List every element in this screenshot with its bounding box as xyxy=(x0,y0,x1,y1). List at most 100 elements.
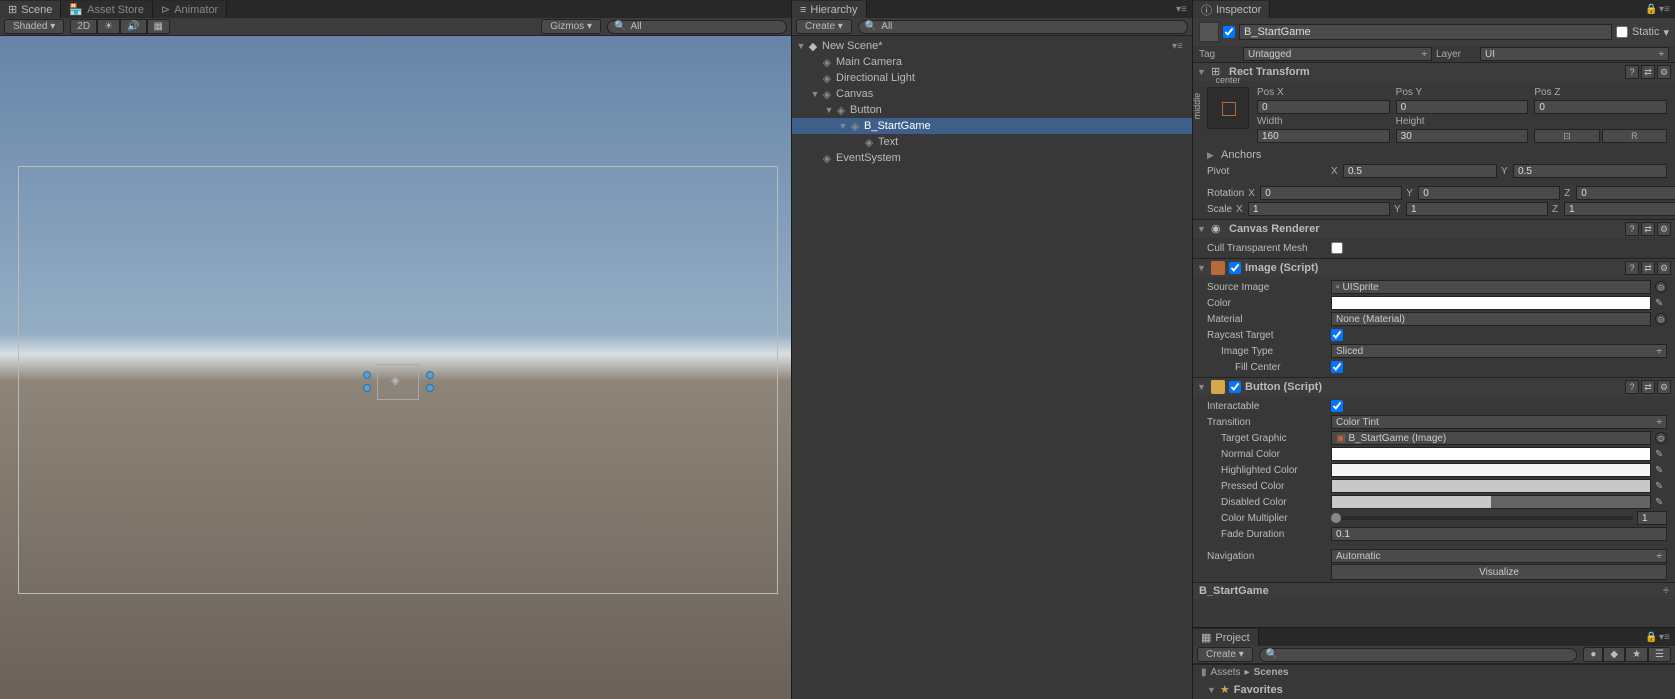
material-section-footer[interactable]: B_StartGame ÷ xyxy=(1193,582,1675,599)
gear-icon[interactable]: ⚙ xyxy=(1657,380,1671,394)
expand-arrow-icon[interactable]: ▼ xyxy=(810,89,820,99)
blueprint-mode-button[interactable]: ⊡ xyxy=(1534,129,1599,143)
eyedropper-icon[interactable]: ✎ xyxy=(1655,449,1667,460)
raycast-target-checkbox[interactable] xyxy=(1331,329,1343,341)
navigation-dropdown[interactable]: Automatic÷ xyxy=(1331,549,1667,563)
tab-scene[interactable]: ⊞ Scene xyxy=(0,1,61,18)
tab-project[interactable]: ▦ Project xyxy=(1193,629,1259,646)
scene-viewport[interactable]: ◈ xyxy=(0,36,791,699)
tree-item[interactable]: ▼◈Button xyxy=(792,102,1192,118)
preset-icon[interactable]: ⇄ xyxy=(1641,222,1655,236)
width-field[interactable] xyxy=(1257,129,1390,143)
color-multiplier-slider[interactable] xyxy=(1331,516,1633,520)
object-picker-icon[interactable]: ⊙ xyxy=(1655,313,1667,325)
2d-toggle[interactable]: 2D xyxy=(70,19,97,34)
project-favorites-item[interactable]: ▼ ★ Favorites xyxy=(1197,682,1293,697)
tree-item[interactable]: ◈EventSystem xyxy=(792,150,1192,166)
help-icon[interactable]: ? xyxy=(1625,65,1639,79)
rotation-y-field[interactable] xyxy=(1418,186,1560,200)
lock-icon[interactable]: 🔒 xyxy=(1645,4,1657,15)
rotation-x-field[interactable] xyxy=(1260,186,1402,200)
posx-field[interactable] xyxy=(1257,100,1390,114)
object-picker-icon[interactable]: ⊙ xyxy=(1655,432,1667,444)
handle-tl[interactable] xyxy=(363,371,371,379)
button-enabled-checkbox[interactable] xyxy=(1229,381,1241,393)
pivot-y-field[interactable] xyxy=(1513,164,1667,178)
hierarchy-search[interactable]: 🔍 All xyxy=(858,20,1188,34)
filter-save-icon[interactable]: ☰ xyxy=(1648,647,1671,662)
lighting-toggle[interactable]: ☀ xyxy=(97,19,120,34)
transition-dropdown[interactable]: Color Tint÷ xyxy=(1331,415,1667,429)
static-dropdown-arrow[interactable]: ▾ xyxy=(1663,26,1669,39)
scene-menu[interactable]: ▾≡ xyxy=(1172,40,1188,52)
collapse-arrow-icon[interactable]: ▼ xyxy=(1197,382,1207,392)
gizmos-dropdown[interactable]: Gizmos ▾ xyxy=(541,19,601,34)
help-icon[interactable]: ? xyxy=(1625,380,1639,394)
tab-inspector[interactable]: ⓘ Inspector xyxy=(1193,1,1270,18)
tree-item[interactable]: ▼◈B_StartGame xyxy=(792,118,1192,134)
help-icon[interactable]: ? xyxy=(1625,261,1639,275)
fx-toggle[interactable]: ▦ xyxy=(147,19,170,34)
tab-animator[interactable]: ⊳ Animator xyxy=(153,1,227,18)
panel-menu-icon[interactable]: ▾≡ xyxy=(1659,631,1671,643)
panel-menu-icon[interactable]: ▾≡ xyxy=(1176,3,1188,15)
gear-icon[interactable]: ⚙ xyxy=(1657,222,1671,236)
audio-toggle[interactable]: 🔊 xyxy=(120,19,146,34)
normal-color-swatch[interactable] xyxy=(1331,447,1651,461)
anchor-preset-button[interactable] xyxy=(1207,87,1249,129)
anchors-row[interactable]: ▶ Anchors xyxy=(1193,147,1675,163)
tag-dropdown[interactable]: Untagged÷ xyxy=(1243,47,1432,61)
object-picker-icon[interactable]: ⊙ xyxy=(1655,281,1667,293)
preset-icon[interactable]: ⇄ xyxy=(1641,65,1655,79)
eyedropper-icon[interactable]: ✎ xyxy=(1655,481,1667,492)
collapse-arrow-icon[interactable]: ▼ xyxy=(1197,263,1207,273)
image-type-dropdown[interactable]: Sliced÷ xyxy=(1331,344,1667,358)
gameobject-name-field[interactable] xyxy=(1239,24,1612,40)
posz-field[interactable] xyxy=(1534,100,1667,114)
color-multiplier-field[interactable] xyxy=(1637,511,1667,525)
scale-y-field[interactable] xyxy=(1406,202,1548,216)
cull-transparent-checkbox[interactable] xyxy=(1331,242,1343,254)
layer-dropdown[interactable]: UI÷ xyxy=(1480,47,1669,61)
posy-field[interactable] xyxy=(1396,100,1529,114)
static-checkbox[interactable] xyxy=(1616,26,1628,38)
material-field[interactable]: None (Material) xyxy=(1331,312,1651,326)
gear-icon[interactable]: ⚙ xyxy=(1657,261,1671,275)
scene-search[interactable]: 🔍 All xyxy=(607,20,787,34)
breadcrumb-scenes[interactable]: Scenes xyxy=(1254,667,1289,678)
gameobject-active-checkbox[interactable] xyxy=(1223,26,1235,38)
hierarchy-create-dropdown[interactable]: Create ▾ xyxy=(796,19,852,34)
handle-br[interactable] xyxy=(426,384,434,392)
filter-label-icon[interactable]: ★ xyxy=(1625,647,1648,662)
target-graphic-field[interactable]: ▣B_StartGame (Image) xyxy=(1331,431,1651,445)
raw-edit-button[interactable]: R xyxy=(1602,129,1667,143)
breadcrumb-assets[interactable]: Assets xyxy=(1211,667,1241,678)
panel-menu-icon[interactable]: ▾≡ xyxy=(1659,3,1671,15)
pivot-x-field[interactable] xyxy=(1343,164,1497,178)
help-icon[interactable]: ? xyxy=(1625,222,1639,236)
rotation-z-field[interactable] xyxy=(1576,186,1675,200)
scale-z-field[interactable] xyxy=(1564,202,1675,216)
handle-tr[interactable] xyxy=(426,371,434,379)
filter-type-icon[interactable]: ◆ xyxy=(1603,647,1625,662)
pressed-color-swatch[interactable] xyxy=(1331,479,1651,493)
tab-asset-store[interactable]: 🏪 Asset Store xyxy=(61,1,153,18)
image-color-swatch[interactable] xyxy=(1331,296,1651,310)
eyedropper-icon[interactable]: ✎ xyxy=(1655,298,1667,309)
expand-arrow-icon[interactable]: ▼ xyxy=(796,41,806,51)
disabled-color-swatch[interactable] xyxy=(1331,495,1651,509)
tree-item[interactable]: ◈Main Camera xyxy=(792,54,1192,70)
eyedropper-icon[interactable]: ✎ xyxy=(1655,465,1667,476)
tree-item[interactable]: ◈Text xyxy=(792,134,1192,150)
expand-arrow-icon[interactable]: ▼ xyxy=(824,105,834,115)
highlighted-color-swatch[interactable] xyxy=(1331,463,1651,477)
interactable-checkbox[interactable] xyxy=(1331,400,1343,412)
tree-item[interactable]: ▼◈Canvas xyxy=(792,86,1192,102)
project-create-dropdown[interactable]: Create ▾ xyxy=(1197,647,1253,662)
eyedropper-icon[interactable]: ✎ xyxy=(1655,497,1667,508)
project-search[interactable]: 🔍 xyxy=(1259,648,1577,662)
fill-center-checkbox[interactable] xyxy=(1331,361,1343,373)
image-enabled-checkbox[interactable] xyxy=(1229,262,1241,274)
visualize-button[interactable]: Visualize xyxy=(1331,564,1667,580)
shaded-dropdown[interactable]: Shaded ▾ xyxy=(4,19,64,34)
